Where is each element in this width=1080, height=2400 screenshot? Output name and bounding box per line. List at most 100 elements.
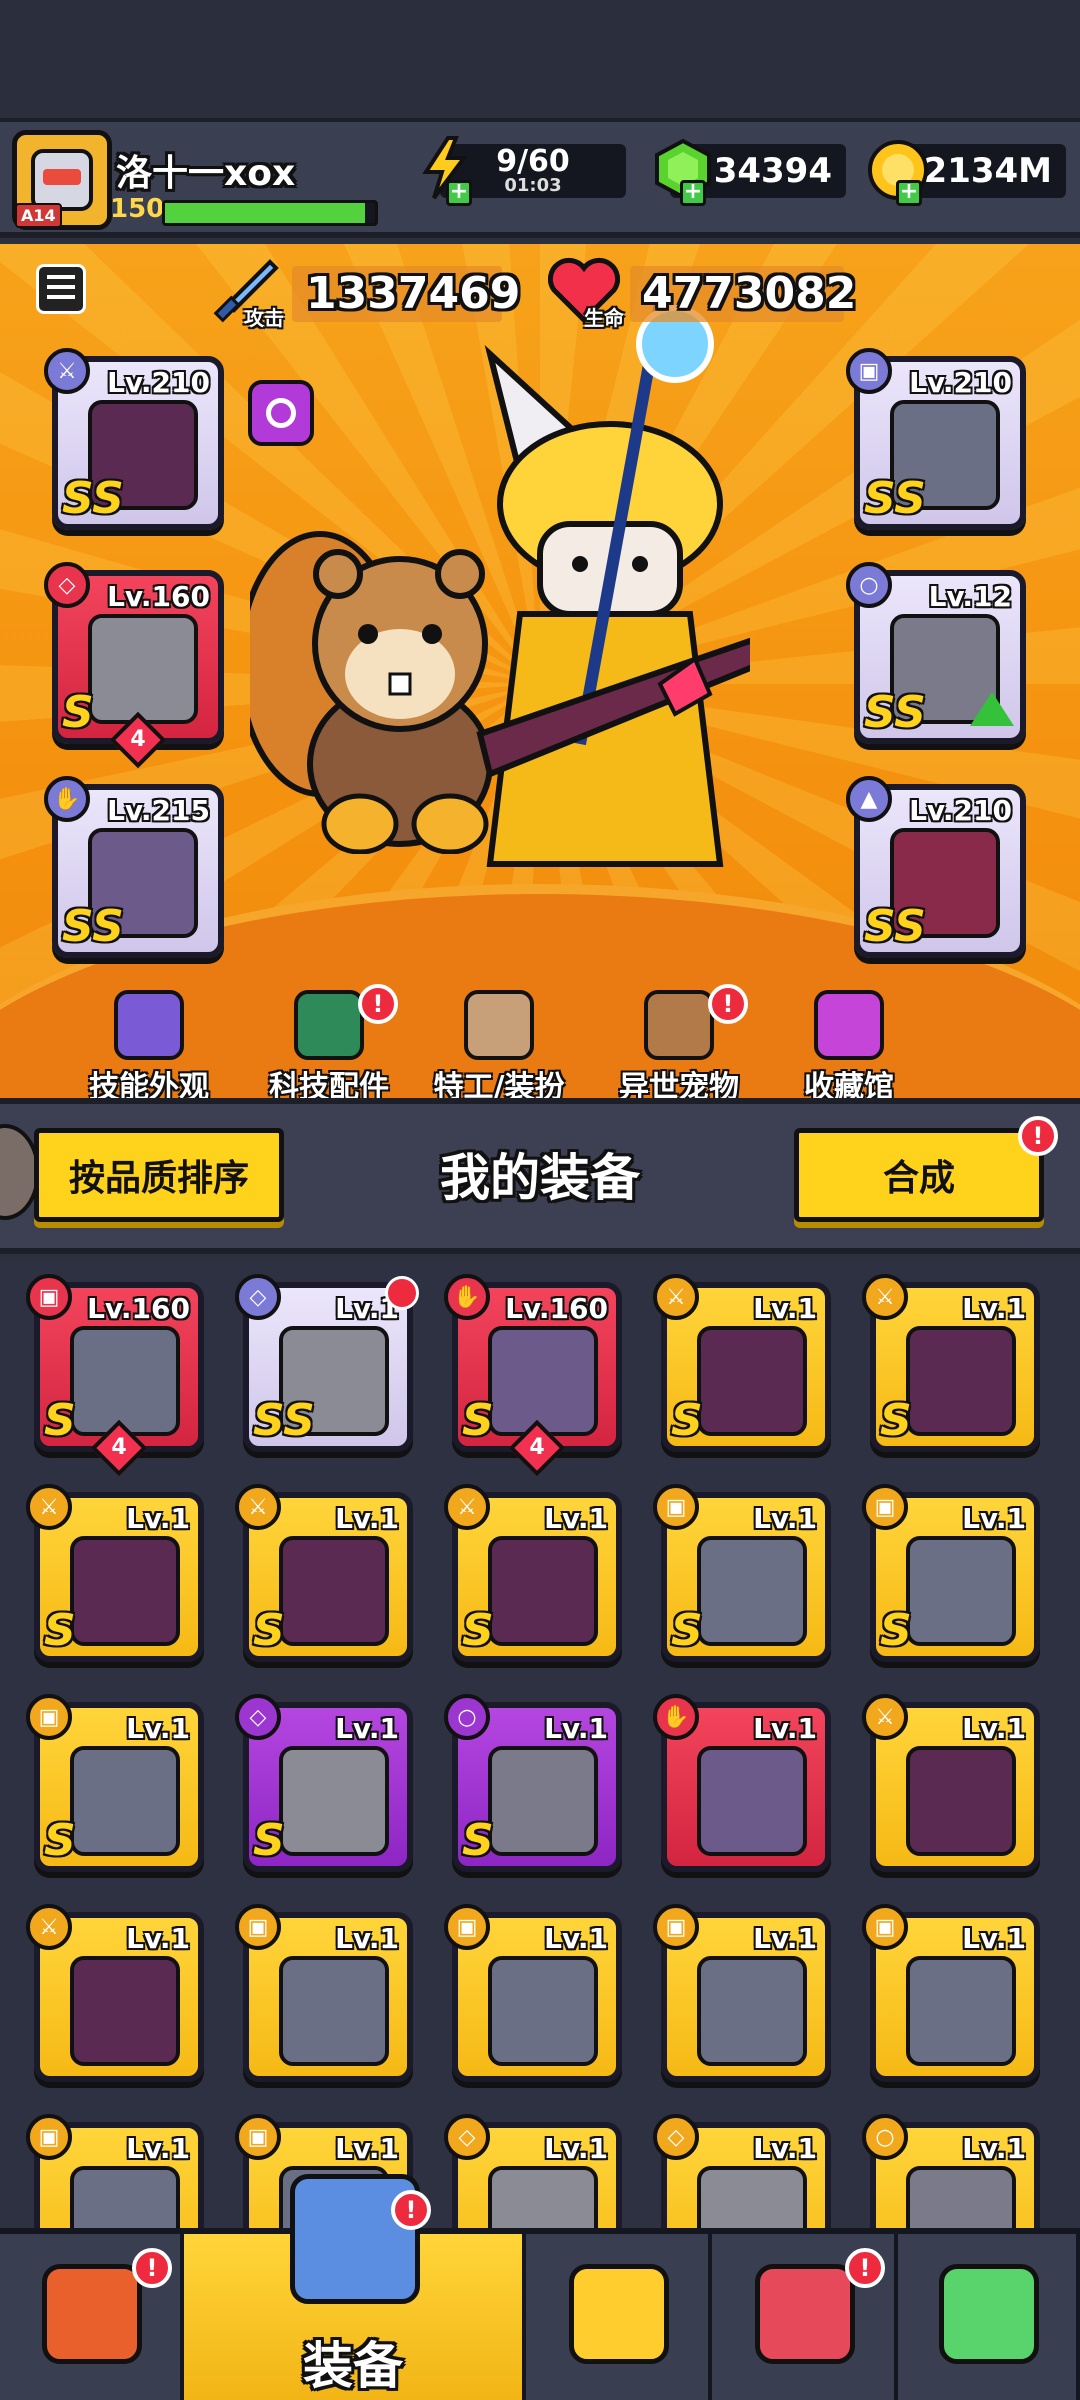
item-level: Lv.1 <box>335 1712 399 1745</box>
gold-add-button[interactable]: + <box>896 180 922 206</box>
item-grade: S <box>462 1815 494 1866</box>
hp-label: 生命 <box>584 306 624 330</box>
target-skill-icon[interactable] <box>248 380 314 446</box>
armor-item-icon <box>70 1326 180 1436</box>
hero-nav-label: 技能外观 <box>89 1070 209 1098</box>
merge-button[interactable]: 合成 <box>794 1128 1044 1222</box>
item-grade: S <box>44 1605 76 1656</box>
equipment-card-armor[interactable]: ▣ Lv.210 SS <box>846 348 1026 530</box>
item-level: Lv.1 <box>126 1502 190 1535</box>
hero-nav-tech-parts[interactable]: 科技配件! <box>254 984 404 1098</box>
item-level: Lv.210 <box>909 366 1012 399</box>
skill-skin-icon <box>114 990 184 1060</box>
item-level: Lv.1 <box>753 1922 817 1955</box>
equipment-card-necklace[interactable]: ◇ Lv.1 <box>653 2114 831 2230</box>
sort-by-quality-button[interactable]: 按品质排序 <box>34 1128 284 1222</box>
avatar-face-icon <box>31 149 93 211</box>
equipment-card-weapon[interactable]: ⚔ Lv.1 S <box>235 1484 413 1662</box>
equipment-card-armor[interactable]: ▣ Lv.1 S <box>653 1484 831 1662</box>
collection-icon <box>814 990 884 1060</box>
item-grade: S <box>671 1395 703 1446</box>
item-grade: S <box>462 1395 494 1446</box>
item-level: Lv.1 <box>335 1922 399 1955</box>
item-grade: S <box>880 1605 912 1656</box>
planet-icon <box>755 2264 855 2364</box>
item-grade: SS <box>864 473 926 524</box>
equipment-card-necklace[interactable]: ◇ Lv.1 SS <box>235 1274 419 1452</box>
equipment-card-glove[interactable]: ✋ Lv.1 <box>653 1694 831 1872</box>
armor-slot-icon: ▣ <box>235 2114 281 2160</box>
equipment-card-armor[interactable]: ▣ Lv.1 <box>444 1904 622 2082</box>
rank-tag: A14 <box>15 203 62 228</box>
equipment-card-necklace[interactable]: ◇ Lv.160 S 4 <box>44 562 224 769</box>
necklace-item-icon <box>88 614 198 724</box>
bottom-tab-equipment[interactable]: 装备! <box>184 2174 526 2400</box>
equipment-card-belt[interactable]: ○ Lv.1 S <box>444 1694 622 1872</box>
item-grade: S <box>62 687 94 738</box>
alert-badge: ! <box>391 2190 431 2230</box>
attack-label: 攻击 <box>244 306 284 330</box>
equipment-card-weapon[interactable]: ⚔ Lv.1 <box>862 1694 1040 1872</box>
hp-value: 4773082 <box>642 268 857 319</box>
player-avatar[interactable]: A14 <box>12 130 112 230</box>
bottom-tab-lab[interactable] <box>898 2234 1080 2400</box>
hero-nav-pet[interactable]: 异世宠物! <box>604 984 754 1098</box>
equipment-card-weapon[interactable]: ⚔ Lv.1 <box>26 1904 204 2082</box>
equipment-card-armor[interactable]: ▣ Lv.160 S 4 <box>26 1274 204 1477</box>
equipment-card-glove[interactable]: ✋ Lv.215 SS <box>44 776 224 958</box>
menu-list-icon[interactable] <box>36 264 86 314</box>
necklace-item-icon <box>279 1746 389 1856</box>
xp-bar-fill <box>165 203 365 223</box>
equipment-card-weapon[interactable]: ⚔ Lv.1 S <box>653 1274 831 1452</box>
item-grade: SS <box>62 901 124 952</box>
bottom-tab-label: 装备 <box>303 2337 403 2395</box>
player-level: 150 <box>110 194 165 224</box>
equipment-card-armor[interactable]: ▣ Lv.1 <box>26 2114 204 2230</box>
gems-value: 34394 <box>713 151 832 191</box>
weapon-slot-icon: ⚔ <box>235 1484 281 1530</box>
armor-slot-icon: ▣ <box>862 1904 908 1950</box>
bottom-tab-planets[interactable]: ! <box>712 2234 898 2400</box>
equipment-card-weapon[interactable]: ⚔ Lv.1 S <box>862 1274 1040 1452</box>
item-level: Lv.1 <box>335 1502 399 1535</box>
equipment-card-armor[interactable]: ▣ Lv.1 <box>653 1904 831 2082</box>
bottom-tab-shop[interactable]: ! <box>0 2234 184 2400</box>
equipment-card-armor[interactable]: ▣ Lv.1 <box>862 1904 1040 2082</box>
item-level: Lv.1 <box>544 1712 608 1745</box>
knight-hero[interactable] <box>460 302 775 884</box>
equipment-card-glove[interactable]: ✋ Lv.160 S 4 <box>444 1274 622 1477</box>
equipment-card-belt[interactable]: ○ Lv.1 <box>862 2114 1040 2230</box>
weapon-item-icon <box>906 1746 1016 1856</box>
equipment-card-weapon[interactable]: ⚔ Lv.210 SS <box>44 348 224 530</box>
alert-badge: ! <box>132 2248 172 2288</box>
item-level: Lv.1 <box>544 2132 608 2165</box>
item-level: Lv.1 <box>753 2132 817 2165</box>
star-count: 4 <box>111 1435 127 1460</box>
equipment-title: 我的装备 <box>440 1149 640 1207</box>
equipment-card-boots[interactable]: ▲ Lv.210 SS <box>846 776 1026 958</box>
hero-nav-skill-skin[interactable]: 技能外观 <box>74 990 224 1098</box>
item-level: Lv.160 <box>107 580 210 613</box>
item-grade: S <box>44 1395 76 1446</box>
item-level: Lv.1 <box>544 1502 608 1535</box>
item-grade: SS <box>62 473 124 524</box>
equipment-card-armor[interactable]: ▣ Lv.1 S <box>862 1484 1040 1662</box>
equipment-card-armor[interactable]: ▣ Lv.1 S <box>26 1694 204 1872</box>
weapon-slot-icon: ⚔ <box>44 348 90 394</box>
equipment-card-belt[interactable]: ○ Lv.12 SS <box>846 562 1026 744</box>
equipment-card-weapon[interactable]: ⚔ Lv.1 S <box>444 1484 622 1662</box>
weapon-slot-icon: ⚔ <box>862 1274 908 1320</box>
hero-nav-collection[interactable]: 收藏馆 <box>774 990 924 1098</box>
player-name[interactable]: 洛十一xox <box>116 144 295 196</box>
weapon-item-icon <box>488 1536 598 1646</box>
weapon-slot-icon: ⚔ <box>26 1904 72 1950</box>
equipment-card-necklace[interactable]: ◇ Lv.1 <box>444 2114 622 2230</box>
hero-nav-agent-costume[interactable]: 特工/装扮 <box>424 990 574 1098</box>
armor-item-icon <box>697 1956 807 2066</box>
equipment-card-weapon[interactable]: ⚔ Lv.1 S <box>26 1484 204 1662</box>
gems-add-button[interactable]: + <box>680 180 706 206</box>
equipment-card-necklace[interactable]: ◇ Lv.1 S <box>235 1694 413 1872</box>
equipment-card-armor[interactable]: ▣ Lv.1 <box>235 1904 413 2082</box>
energy-add-button[interactable]: + <box>446 180 472 206</box>
bottom-tab-battle[interactable] <box>526 2234 712 2400</box>
